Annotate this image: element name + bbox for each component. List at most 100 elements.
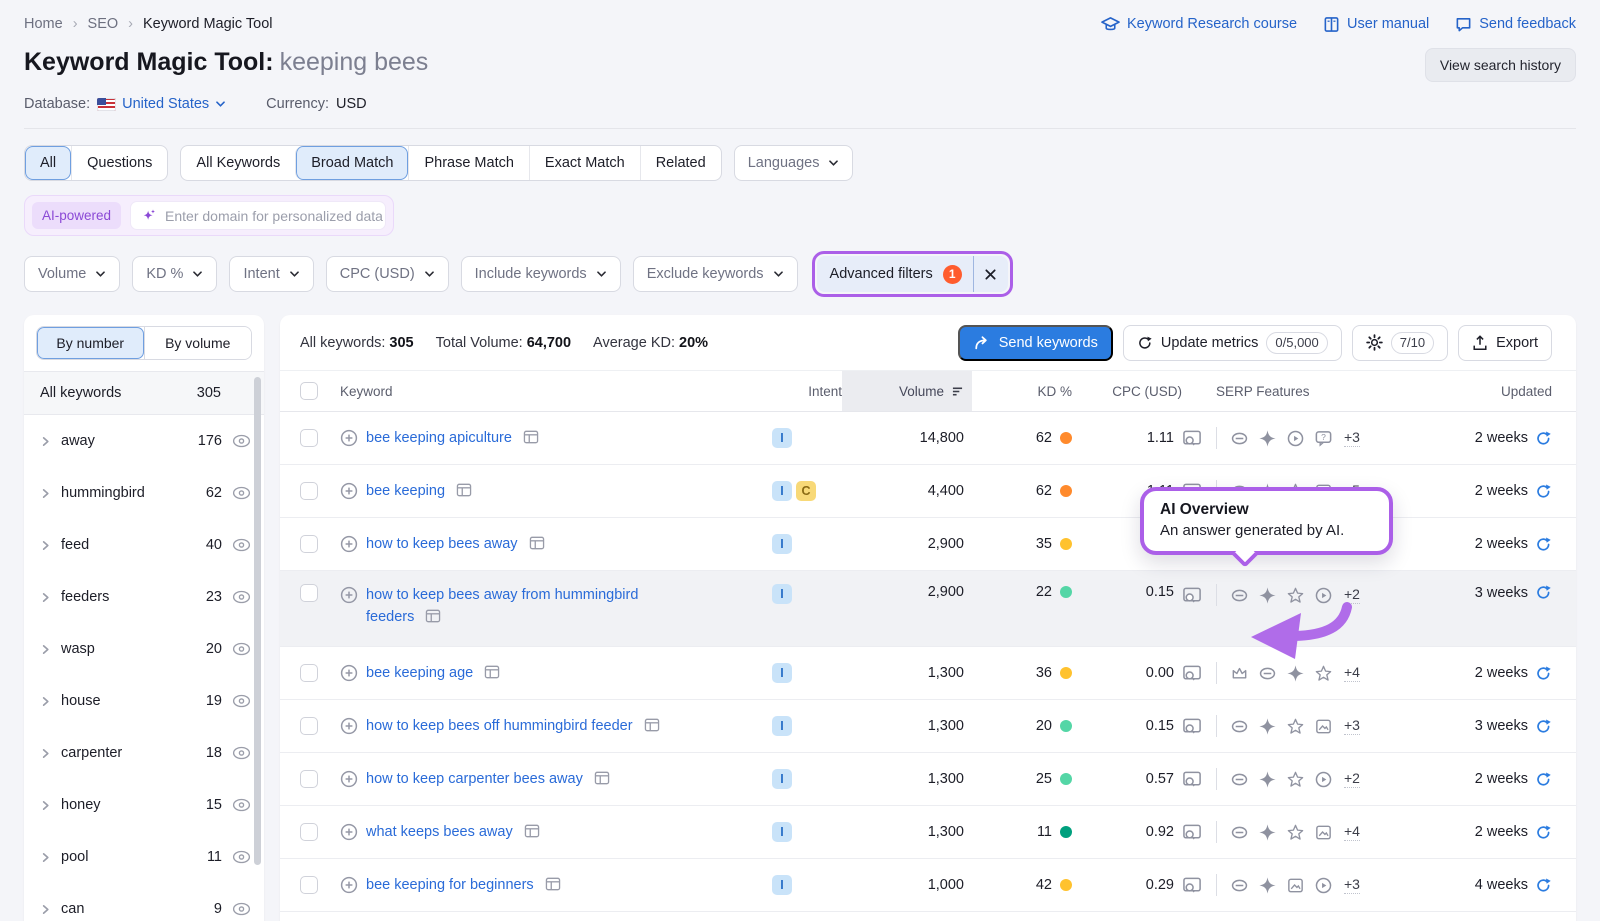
serp-snapshot-icon[interactable]: [594, 771, 610, 785]
table-row[interactable]: bee keeping for beginners I 1,000 42 0.2…: [280, 859, 1576, 912]
table-row[interactable]: how to keep carpenter bees away I 1,300 …: [280, 753, 1576, 806]
filter-dropdown-intent[interactable]: Intent: [229, 256, 313, 292]
serp-more-features[interactable]: +2: [1344, 770, 1360, 788]
tab-questions[interactable]: Questions: [71, 146, 167, 180]
advanced-filters-button[interactable]: Advanced filters 1: [817, 256, 1008, 292]
breadcrumb-seo[interactable]: SEO: [88, 16, 119, 32]
star-icon[interactable]: [1314, 664, 1333, 683]
serp-more-features[interactable]: +3: [1344, 429, 1360, 447]
send-feedback-link[interactable]: Send feedback: [1455, 16, 1576, 33]
sidebar-group-feeders[interactable]: feeders 23: [24, 571, 264, 623]
tab-all[interactable]: All: [25, 146, 71, 180]
sidebar-group-away[interactable]: away 176: [24, 415, 264, 467]
add-keyword-icon[interactable]: [340, 664, 358, 682]
tab-phrase-match[interactable]: Phrase Match: [408, 146, 528, 180]
refresh-icon[interactable]: [1535, 824, 1552, 841]
serp-snapshot-icon[interactable]: [545, 877, 561, 891]
sitelinks-icon[interactable]: [1230, 717, 1249, 736]
column-header-volume[interactable]: Volume: [842, 371, 972, 411]
ai-overview-icon[interactable]: [1258, 876, 1277, 895]
column-header-keyword[interactable]: Keyword: [340, 371, 772, 411]
serp-snapshot-icon[interactable]: [456, 483, 472, 497]
image-icon[interactable]: [1314, 717, 1333, 736]
row-checkbox[interactable]: [300, 770, 318, 788]
refresh-icon[interactable]: [1535, 718, 1552, 735]
ai-overview-icon[interactable]: [1258, 717, 1277, 736]
database-selector[interactable]: United States: [97, 96, 226, 112]
sitelinks-icon[interactable]: [1230, 823, 1249, 842]
keyword-link[interactable]: bee keeping: [366, 480, 472, 502]
sidebar-group-honey[interactable]: honey 15: [24, 779, 264, 831]
tab-related[interactable]: Related: [640, 146, 721, 180]
select-all-checkbox[interactable]: [300, 382, 318, 400]
serp-preview-icon[interactable]: [1182, 823, 1203, 842]
eye-icon[interactable]: [232, 798, 251, 812]
keyword-link[interactable]: how to keep carpenter bees away: [366, 768, 610, 790]
keyword-link[interactable]: how to keep bees away: [366, 533, 545, 555]
serp-snapshot-icon[interactable]: [484, 665, 500, 679]
eye-icon[interactable]: [232, 434, 251, 448]
refresh-icon[interactable]: [1535, 877, 1552, 894]
keyword-research-course-link[interactable]: Keyword Research course: [1101, 16, 1297, 33]
filter-dropdown-kd-[interactable]: KD %: [132, 256, 217, 292]
refresh-icon[interactable]: [1535, 536, 1552, 553]
faq-icon[interactable]: ?: [1314, 429, 1333, 448]
column-header-updated[interactable]: Updated: [1432, 371, 1552, 411]
refresh-icon[interactable]: [1535, 665, 1552, 682]
row-checkbox[interactable]: [300, 664, 318, 682]
table-row[interactable]: what keeps bees away I 1,300 11 0.92 +4 …: [280, 806, 1576, 859]
domain-input[interactable]: Enter domain for personalized data: [130, 201, 386, 230]
add-keyword-icon[interactable]: [340, 717, 358, 735]
column-header-intent[interactable]: Intent: [772, 371, 842, 411]
user-manual-link[interactable]: User manual: [1323, 16, 1429, 33]
serp-snapshot-icon[interactable]: [529, 536, 545, 550]
sitelinks-icon[interactable]: [1230, 429, 1249, 448]
serp-preview-icon[interactable]: [1182, 586, 1203, 605]
serp-more-features[interactable]: +3: [1344, 876, 1360, 894]
refresh-icon[interactable]: [1535, 430, 1552, 447]
ai-overview-icon[interactable]: [1258, 770, 1277, 789]
row-checkbox[interactable]: [300, 482, 318, 500]
filter-dropdown-exclude-keywords[interactable]: Exclude keywords: [633, 256, 798, 292]
sitelinks-icon[interactable]: [1258, 664, 1277, 683]
sidebar-group-feed[interactable]: feed 40: [24, 519, 264, 571]
image-icon[interactable]: [1314, 823, 1333, 842]
sidebar-toggle-by-volume[interactable]: By volume: [144, 327, 252, 359]
sidebar-group-hummingbird[interactable]: hummingbird 62: [24, 467, 264, 519]
serp-preview-icon[interactable]: [1182, 770, 1203, 789]
sidebar-group-carpenter[interactable]: carpenter 18: [24, 727, 264, 779]
star-icon[interactable]: [1286, 717, 1305, 736]
sidebar-scrollbar-thumb[interactable]: [254, 377, 261, 865]
serp-preview-icon[interactable]: [1182, 664, 1203, 683]
send-keywords-button[interactable]: Send keywords: [958, 325, 1113, 361]
filter-dropdown-cpc-usd-[interactable]: CPC (USD): [326, 256, 449, 292]
serp-snapshot-icon[interactable]: [524, 824, 540, 838]
update-metrics-button[interactable]: Update metrics 0/5,000: [1123, 325, 1342, 361]
table-row[interactable]: how to keep bees away from hummingbird f…: [280, 571, 1576, 647]
eye-icon[interactable]: [232, 486, 251, 500]
serp-snapshot-icon[interactable]: [425, 609, 441, 623]
breadcrumb-home[interactable]: Home: [24, 16, 63, 32]
sidebar-group-can[interactable]: can 9: [24, 883, 264, 921]
row-checkbox[interactable]: [300, 429, 318, 447]
ai-overview-icon[interactable]: [1258, 429, 1277, 448]
ai-overview-icon[interactable]: [1286, 664, 1305, 683]
sidebar-toggle-by-number[interactable]: By number: [37, 327, 144, 359]
settings-button[interactable]: 7/10: [1352, 325, 1448, 361]
sidebar-group-wasp[interactable]: wasp 20: [24, 623, 264, 675]
tab-exact-match[interactable]: Exact Match: [529, 146, 640, 180]
view-search-history-button[interactable]: View search history: [1425, 48, 1576, 82]
eye-icon[interactable]: [232, 902, 251, 916]
keyword-link[interactable]: how to keep bees away from hummingbird f…: [366, 584, 666, 628]
row-checkbox[interactable]: [300, 823, 318, 841]
star-icon[interactable]: [1286, 770, 1305, 789]
serp-more-features[interactable]: +3: [1344, 717, 1360, 735]
add-keyword-icon[interactable]: [340, 535, 358, 553]
column-header-kd[interactable]: KD %: [972, 371, 1072, 411]
star-icon[interactable]: [1286, 823, 1305, 842]
sitelinks-icon[interactable]: [1230, 876, 1249, 895]
export-button[interactable]: Export: [1458, 325, 1552, 361]
tab-broad-match[interactable]: Broad Match: [295, 146, 408, 180]
tab-all-keywords[interactable]: All Keywords: [181, 146, 295, 180]
eye-icon[interactable]: [232, 642, 251, 656]
